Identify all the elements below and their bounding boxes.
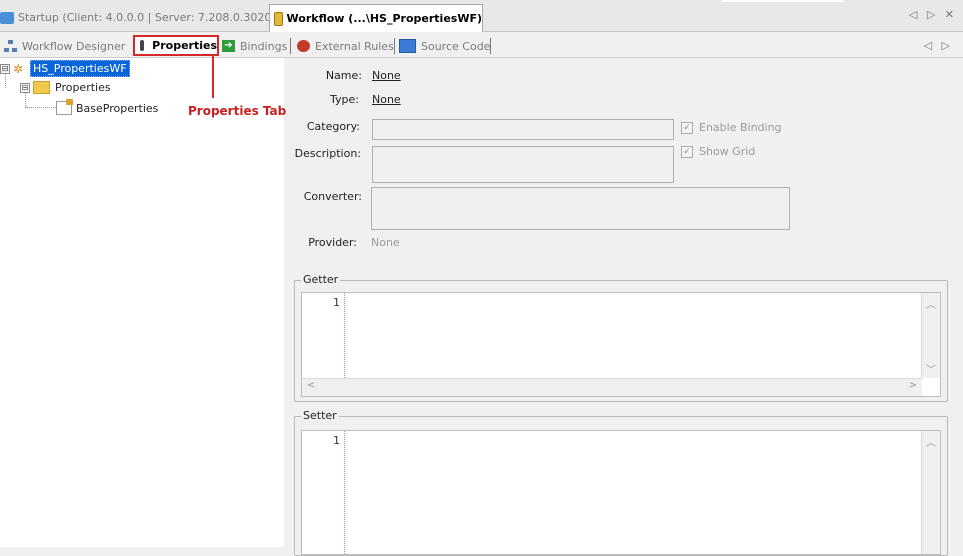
doc-tab-workflow[interactable]: Workflow (...\HS_PropertiesWF) xyxy=(269,4,483,32)
line-number: 1 xyxy=(333,434,340,447)
editor-tab-bar: Workflow Designer Properties ➔ Bindings … xyxy=(0,33,963,58)
provider-value: None xyxy=(371,236,400,249)
tab-external-rules-label: External Rules xyxy=(315,39,394,53)
scroll-up-icon[interactable]: ︿ xyxy=(926,296,936,311)
checkmark-icon: ✓ xyxy=(681,121,693,134)
tab-external-rules[interactable]: External Rules xyxy=(297,37,394,55)
startup-icon xyxy=(0,11,14,24)
checkmark-icon: ✓ xyxy=(681,145,693,158)
provider-label: Provider: xyxy=(308,236,357,249)
tab-separator xyxy=(394,38,395,54)
tab-source-code-label: Source Code xyxy=(421,39,491,53)
description-field[interactable] xyxy=(372,146,674,183)
tree-guide xyxy=(25,92,26,108)
scroll-right-icon[interactable]: > xyxy=(909,380,917,391)
horizontal-scrollbar[interactable]: < > xyxy=(302,378,922,396)
tab-separator xyxy=(490,38,491,54)
show-grid-label: Show Grid xyxy=(699,145,756,158)
scroll-left-icon[interactable]: < xyxy=(307,380,315,391)
tab-workflow-designer[interactable]: Workflow Designer xyxy=(4,37,125,55)
description-label: Description: xyxy=(294,147,361,160)
doc-tab-startup-label: Startup (Client: 4.0.0.0 | Server: 7.208… xyxy=(18,11,283,24)
doc-tab-workflow-label: Workflow (...\HS_PropertiesWF) xyxy=(286,12,482,25)
workflow-icon xyxy=(274,11,283,26)
tree-guide xyxy=(26,107,56,108)
type-label: Type: xyxy=(330,93,359,106)
vertical-scrollbar[interactable]: ︿ ﹀ xyxy=(921,293,940,378)
monitor-icon xyxy=(399,39,416,53)
workflow-tree: ⊟ ✲ HS_PropertiesWF ⊟ Properties BasePro… xyxy=(0,58,284,547)
name-label: Name: xyxy=(325,69,362,82)
tab-source-code[interactable]: Source Code xyxy=(399,37,490,55)
show-grid-checkbox[interactable]: ✓ Show Grid xyxy=(681,145,755,158)
setter-title: Setter xyxy=(301,409,339,422)
tree-node-properties-label: Properties xyxy=(55,81,111,94)
category-field[interactable] xyxy=(372,119,674,140)
category-label: Category: xyxy=(306,120,360,133)
getter-title: Getter xyxy=(301,273,341,286)
vertical-scrollbar[interactable]: ︿ xyxy=(921,431,940,554)
tab-properties[interactable]: Properties xyxy=(133,35,219,56)
scroll-down-icon[interactable]: ﹀ xyxy=(926,361,936,376)
tab-bindings[interactable]: ➔ Bindings xyxy=(222,37,287,55)
tree-node-baseproperties-label: BaseProperties xyxy=(76,101,159,115)
getter-code-editor[interactable]: 1 ︿ ﹀ < > xyxy=(301,292,941,397)
enable-binding-label: Enable Binding xyxy=(699,121,782,134)
converter-field[interactable] xyxy=(371,187,790,230)
property-icon xyxy=(56,99,73,115)
setter-group: Setter 1 ︿ xyxy=(294,409,948,556)
scroll-up-icon[interactable]: ︿ xyxy=(926,434,936,449)
rules-icon xyxy=(297,40,310,52)
setter-code-editor[interactable]: 1 ︿ xyxy=(301,430,941,555)
type-value[interactable]: None xyxy=(372,93,401,106)
tree-node-properties[interactable]: ⊟ Properties xyxy=(20,81,111,94)
getter-group: Getter 1 ︿ ﹀ < > xyxy=(294,273,948,402)
line-number: 1 xyxy=(333,296,340,309)
tab-bindings-label: Bindings xyxy=(240,39,288,53)
tab-separator xyxy=(290,38,291,54)
collapse-icon[interactable]: ⊟ xyxy=(0,63,10,74)
workflow-node-icon: ✲ xyxy=(13,61,24,76)
document-tab-bar: Startup (Client: 4.0.0.0 | Server: 7.208… xyxy=(0,0,963,32)
bindings-arrow-icon: ➔ xyxy=(222,40,235,52)
annotation-pointer xyxy=(212,56,214,98)
sub-tabs-controls[interactable]: ◁ ▷ xyxy=(924,39,953,52)
tab-workflow-designer-label: Workflow Designer xyxy=(22,39,126,53)
tree-node-baseproperties[interactable]: BaseProperties xyxy=(56,99,159,115)
collapse-icon[interactable]: ⊟ xyxy=(20,82,30,93)
diagram-icon xyxy=(4,40,17,52)
tree-node-root[interactable]: ⊟ ✲ HS_PropertiesWF xyxy=(0,60,130,77)
converter-label: Converter: xyxy=(303,190,362,203)
doc-tab-startup[interactable]: Startup (Client: 4.0.0.0 | Server: 7.208… xyxy=(0,5,283,30)
annotation-label: Properties Tab xyxy=(188,104,287,118)
name-value[interactable]: None xyxy=(372,69,401,82)
enable-binding-checkbox[interactable]: ✓ Enable Binding xyxy=(681,121,782,134)
doc-tabs-strip xyxy=(722,0,844,2)
line-number-gutter: 1 xyxy=(302,431,345,554)
properties-icon xyxy=(140,40,145,51)
tree-node-root-label: HS_PropertiesWF xyxy=(30,60,130,77)
tab-properties-label: Properties xyxy=(152,39,217,52)
doc-tabs-controls[interactable]: ◁ ▷ ✕ xyxy=(909,8,957,21)
folder-icon xyxy=(33,81,50,94)
